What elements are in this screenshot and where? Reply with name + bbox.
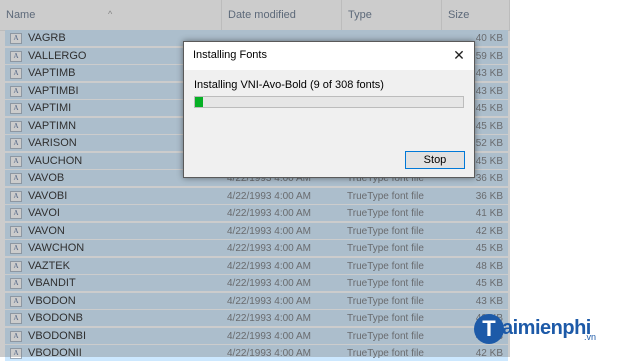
right-blank-pane <box>510 0 630 357</box>
stop-button[interactable]: Stop <box>405 151 465 169</box>
watermark-logo: T aimienphi .vn <box>472 312 630 352</box>
progress-bar-fill <box>195 97 204 107</box>
watermark-suffix: .vn <box>584 332 597 342</box>
install-status-message: Installing VNI-Avo-Bold (9 of 308 fonts) <box>194 79 384 91</box>
installing-fonts-dialog: Installing Fonts ✕ Installing VNI-Avo-Bo… <box>183 41 475 178</box>
watermark-badge: T <box>474 314 504 344</box>
install-progress-bar <box>194 96 464 108</box>
dialog-title: Installing Fonts <box>193 49 267 61</box>
close-icon[interactable]: ✕ <box>444 42 474 70</box>
watermark-text: aimienphi <box>502 317 591 339</box>
dialog-title-bar: Installing Fonts ✕ <box>184 42 474 70</box>
